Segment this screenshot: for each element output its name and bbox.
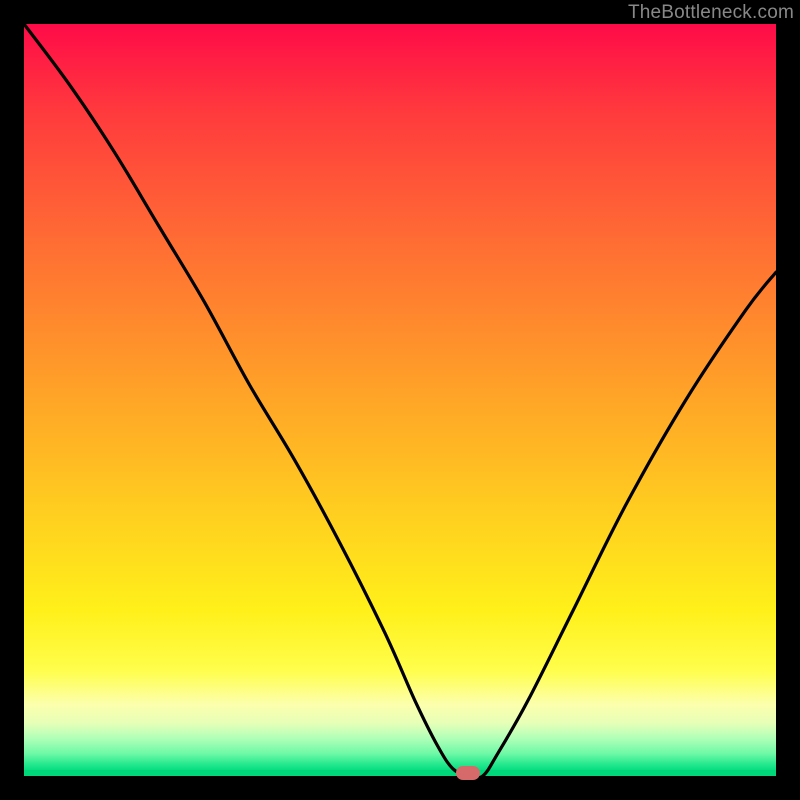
chart-root: TheBottleneck.com (0, 0, 800, 800)
optimum-marker (456, 766, 480, 780)
curve-path (24, 24, 776, 778)
plot-area (24, 24, 776, 776)
watermark-text: TheBottleneck.com (628, 2, 794, 24)
bottleneck-curve (24, 24, 776, 776)
